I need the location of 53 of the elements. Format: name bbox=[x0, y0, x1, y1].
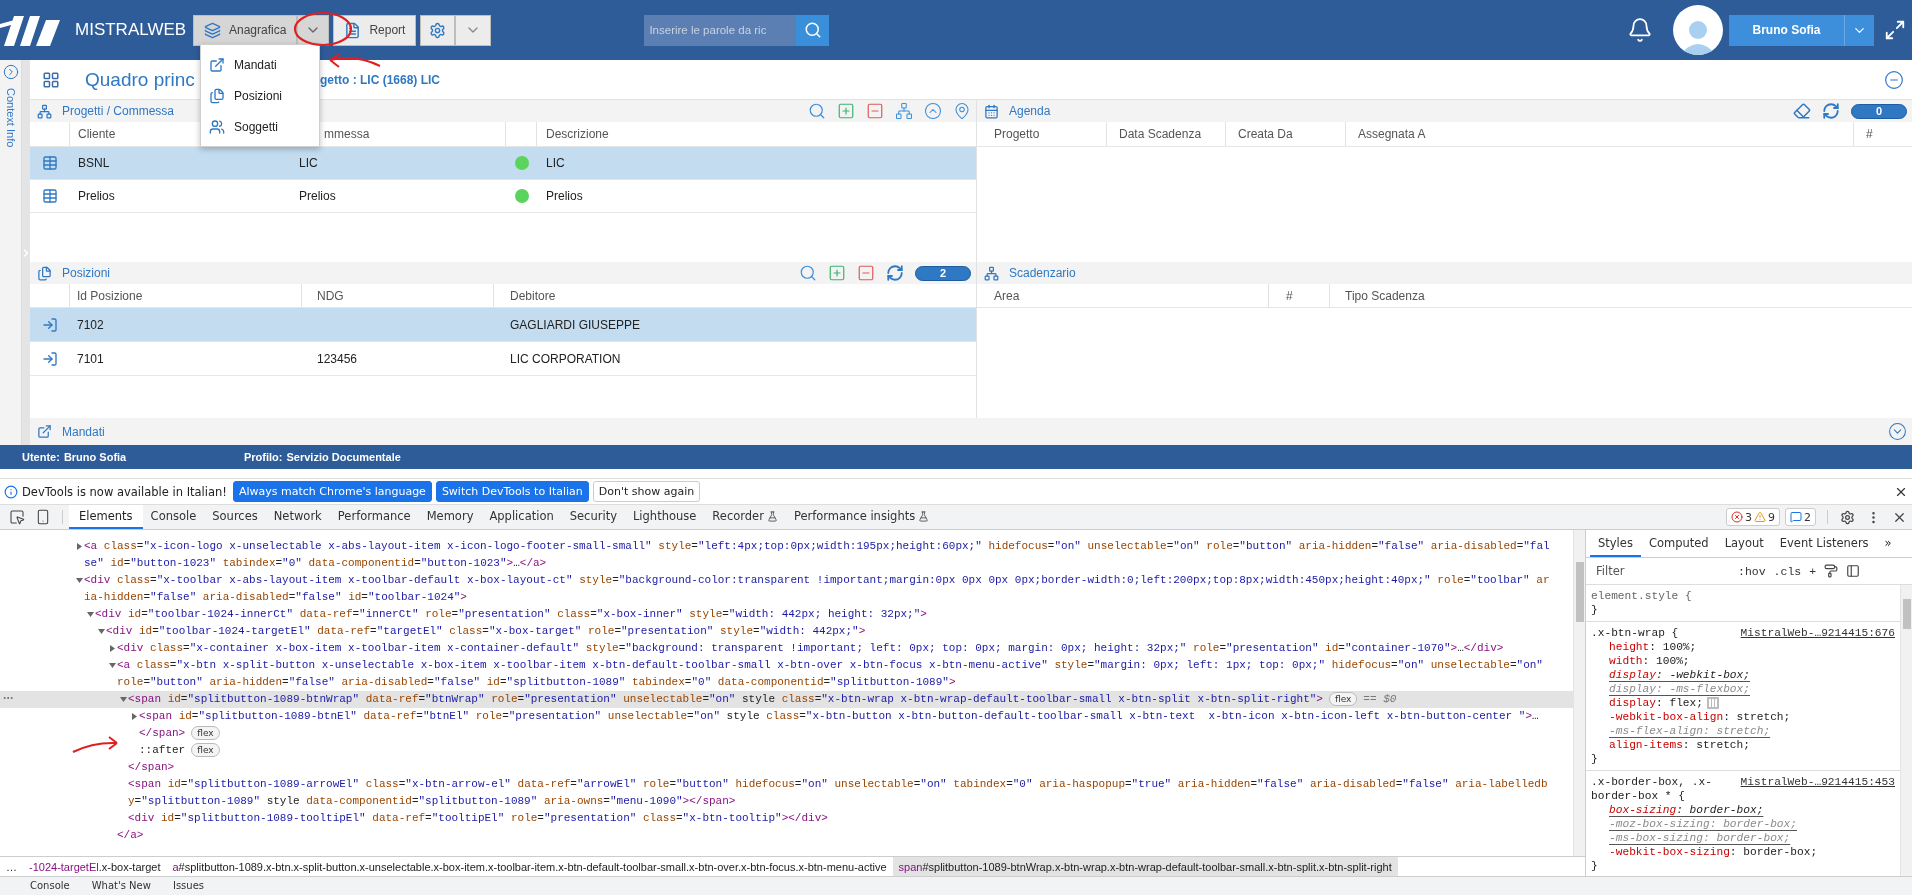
table-cell-text: BSNL bbox=[77, 156, 111, 170]
menu-item-label: Mandati bbox=[234, 57, 277, 72]
table-cell-text: LIC bbox=[298, 156, 319, 170]
dom-node-markup: <span id="splitbutton-1089-arrowEl" class="x-btn-arrow-el" data-ref="arrowEl" role="button" hidefocus="on" unselectable="on" tabindex="0" aria-haspopup="true" aria-hidden="false" aria-disabled="false" aria-labelledby="splitbutton-1089" style data-componentid="splitbutton-1089" aria-owns="menu-1090"></span> bbox=[128, 778, 1548, 807]
dom-node-markup: <div class="x-container x-box-item x-toolbar-item x-container-default" style="background: transparent !important; left: 0px; top: 0px; margin: 0px; height: 32px;" role="presentation" id="container-1070">…</div> bbox=[117, 642, 1504, 654]
dom-node-markup: </span> bbox=[128, 760, 175, 775]
menu-item-label: Posizioni bbox=[234, 88, 283, 103]
table-cell-text: 7101 bbox=[76, 351, 105, 366]
panel-title: Agenda bbox=[1009, 104, 1052, 118]
table-cell-text: Prelios bbox=[298, 189, 337, 203]
context-label: getto : LIC (1668) LIC bbox=[320, 72, 441, 87]
page-title: Quadro princ bbox=[85, 68, 196, 91]
brand-name: MISTRALWEB bbox=[75, 20, 188, 40]
dom-node-markup: <div class="x-toolbar x-abs-layout-item x-toolbar-default x-box-layout-ct" style="background-color:transparent !important;margin:0px 0px 0px 0px;border-width:0;left:200px;top:8px;width:450px;height:40px;" role="toolbar" aria-hidden="false" aria-disabled="false" id="toolbar-1024"> bbox=[84, 574, 1550, 603]
panel-title: Scadenzario bbox=[1009, 266, 1077, 280]
dom-node-markup: <div id="toolbar-1024-targetEl" data-ref="targetEl" class="x-box-target" role="presentation" style="width: 442px;"> bbox=[106, 625, 866, 637]
table-cell-text: LIC bbox=[545, 156, 566, 170]
dom-node-markup: <div id="splitbutton-1089-tooltipEl" data-ref="tooltipEl" role="presentation" class="x-btn-tooltip"></div> bbox=[128, 812, 828, 824]
css-closing-brace: } bbox=[1591, 859, 1599, 873]
dom-node-markup: <a class="x-btn x-split-button x-unselectable x-box-item x-toolbar-item x-btn-default-toolbar-small x-btn-over x-btn-focus x-btn-menu-active" style="margin: 0px; left: 1px; top: 0px;" hidefocus="on" unselectable="on" role="button" aria-hidden="false" aria-disabled="false" id="splitbutton-1089" tabindex="0" data-componentid="splitbutton-1089"> bbox=[117, 659, 1544, 688]
status-value: Bruno Sofia bbox=[63, 451, 127, 463]
table-cell-text: Prelios bbox=[545, 189, 584, 203]
css-selector: .x-btn-wrap { bbox=[1591, 626, 1679, 640]
panel-title: Progetti / Commessa bbox=[62, 104, 176, 118]
warning-count: 9 bbox=[1768, 510, 1775, 524]
dom-node-markup: </span> bbox=[139, 727, 186, 739]
table-cell-text: Prelios bbox=[77, 189, 116, 203]
dom-node-markup: <span id="splitbutton-1089-btnWrap" data-ref="btnWrap" role="presentation" unselectable="on" style class="x-btn-wrap x-btn-wrap-default-toolbar-small x-btn-split x-btn-split-right"> bbox=[128, 693, 1323, 705]
css-closing-brace: } bbox=[1591, 752, 1599, 766]
table-cell-text: 7102 bbox=[76, 317, 105, 332]
css-closing-brace: } bbox=[1591, 603, 1599, 617]
status-label: Utente: bbox=[22, 451, 60, 463]
count-badge: 2 bbox=[915, 265, 971, 281]
status-value: Servizio Documentale bbox=[286, 451, 401, 463]
dom-node-markup: <span id="splitbutton-1089-btnEl" data-ref="btnEl" role="presentation" unselectable="on" style class="x-btn-button x-btn-button-default-toolbar-small x-btn-text x-btn-icon x-btn-icon-left x-btn-button-center ">… bbox=[139, 710, 1539, 722]
dom-node-markup: <div id="toolbar-1024-innerCt" data-ref="innerCt" role="presentation" class="x-box-inner" style="width: 442px; height: 32px;"> bbox=[95, 608, 927, 620]
table-cell-text: LIC CORPORATION bbox=[509, 351, 622, 366]
panel-title: Mandati bbox=[62, 424, 106, 439]
menu-item-label: Soggetti bbox=[234, 119, 279, 134]
node-reference-note: == $0 bbox=[1363, 693, 1397, 705]
message-count: 2 bbox=[1804, 510, 1811, 524]
infobar-message: DevTools is now available in Italian! bbox=[22, 484, 227, 499]
dom-node-markup: <a class="x-icon-logo x-unselectable x-abs-layout-item x-icon-logo-footer-small-small" style="left:4px;top:0px;width:195px;height:60px;" hidefocus="on" unselectable="on" role="button" aria-hidden="false" aria-disabled="false" id="button-1023" tabindex="0" data-componentid="button-1023">…</a> bbox=[84, 540, 1550, 569]
status-label: Profilo: bbox=[244, 451, 283, 463]
css-selector: element.style { bbox=[1591, 589, 1692, 603]
count-badge: 0 bbox=[1851, 103, 1907, 119]
panel-title: Posizioni bbox=[62, 266, 112, 280]
dom-node-markup: ::after bbox=[139, 744, 186, 756]
css-selector: .x-border-box, .x-border-box * { bbox=[1591, 775, 1713, 803]
table-cell-text: GAGLIARDI GIUSEPPE bbox=[509, 317, 642, 332]
dom-node-markup: </a> bbox=[117, 828, 144, 843]
error-count: 3 bbox=[1745, 510, 1752, 524]
table-cell-text: 123456 bbox=[316, 351, 359, 366]
